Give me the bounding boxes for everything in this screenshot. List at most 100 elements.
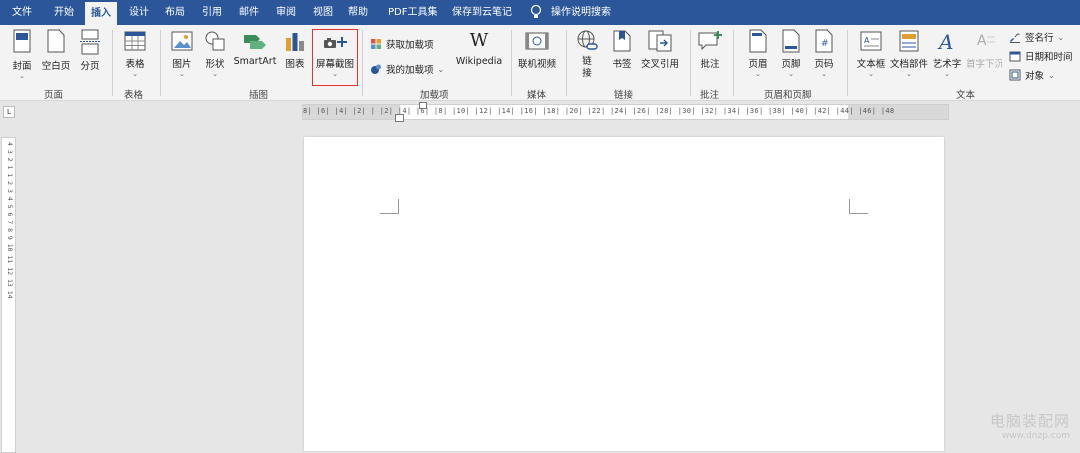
vertical-ruler-ticks: 4 3 2 1 1 2 3 4 5 6 7 8 9 10 11 12 13 14 [6,142,14,299]
get-addins-label: 获取加载项 [386,40,434,51]
tab-selector[interactable]: L [3,106,15,118]
group-divider [690,30,691,96]
chevron-down-icon: ⌄ [132,70,138,78]
object-button[interactable]: 对象 ⌄ [1009,68,1055,82]
table-label: 表格 [125,59,145,70]
lightbulb-icon [530,0,542,25]
cross-reference-button[interactable]: 交叉引用 [640,29,680,70]
wordart-button[interactable]: A 艺术字 ⌄ [930,29,964,78]
page-break-button[interactable]: 分页 [76,29,104,72]
picture-label: 图片 [172,59,192,70]
shapes-icon [205,31,225,51]
chevron-down-icon: ⌄ [755,70,761,78]
date-time-button[interactable]: 日期和时间 [1009,49,1073,63]
group-divider [112,30,113,96]
chevron-down-icon: ⌄ [212,70,218,78]
chevron-down-icon: ⌄ [1048,70,1055,80]
tab-home[interactable]: 开始 [54,0,74,25]
group-divider [566,30,567,96]
screenshot-highlight-box [312,29,358,86]
text-box-button[interactable]: A 文本框 ⌄ [854,29,888,78]
tab-layout[interactable]: 布局 [165,0,185,25]
footer-button[interactable]: 页脚 ⌄ [777,29,805,78]
shapes-button[interactable]: 形状 ⌄ [200,29,230,78]
page-number-label: 页码 [814,59,834,70]
footer-label: 页脚 [781,59,801,70]
table-button[interactable]: 表格 ⌄ [120,29,150,78]
svg-text:A: A [977,33,987,49]
video-icon [525,32,549,50]
first-line-indent-marker[interactable] [419,102,427,109]
blank-page-label: 空白页 [41,61,71,72]
page-number-icon: # [815,29,833,53]
wikipedia-button[interactable]: W Wikipedia [452,29,506,67]
chart-icon [286,33,304,51]
tab-view[interactable]: 视图 [313,0,333,25]
chart-button[interactable]: 图表 [282,29,308,70]
calendar-icon [1009,51,1021,62]
vertical-ruler[interactable]: 4 3 2 1 1 2 3 4 5 6 7 8 9 10 11 12 13 14 [1,137,16,453]
watermark: 电脑装配网 www.dnzp.com [990,410,1070,441]
footer-icon [782,29,800,53]
ruler-ticks: 8| |6| |4| |2| | |2| |4| |6| |8| |10| |1… [303,107,895,115]
document-page[interactable] [304,137,944,451]
tell-me-search[interactable]: 操作说明搜索 [551,0,611,25]
online-video-button[interactable]: 联机视频 [515,29,559,70]
comment-label: 批注 [700,59,720,70]
tab-mailings[interactable]: 邮件 [239,0,259,25]
online-video-label: 联机视频 [517,59,556,70]
bookmark-button[interactable]: 书签 [608,29,636,70]
tab-references[interactable]: 引用 [202,0,222,25]
my-addins-button[interactable]: 我的加载项 ⌄ [370,62,444,76]
group-label-tables: 表格 [124,90,144,101]
picture-icon [171,31,193,51]
blank-page-button[interactable]: 空白页 [40,29,72,72]
group-label-header-footer: 页眉和页脚 [764,90,812,101]
addins-icon [371,64,381,74]
indent-marker[interactable] [395,114,404,122]
chevron-down-icon: ⌄ [1057,32,1065,42]
header-icon [749,29,767,53]
signature-line-button[interactable]: 签名行 ⌄ [1009,30,1064,44]
group-label-text: 文本 [956,90,976,101]
shapes-label: 形状 [205,59,225,70]
svg-text:#: # [821,39,829,49]
watermark-url: www.dnzp.com [1001,431,1070,441]
margin-corner-top-right [849,199,868,214]
header-button[interactable]: 页眉 ⌄ [744,29,772,78]
page-number-button[interactable]: # 页码 ⌄ [810,29,838,78]
tab-review[interactable]: 审阅 [276,0,296,25]
group-label-pages: 页面 [44,90,64,101]
group-divider [733,30,734,96]
wikipedia-label: Wikipedia [455,56,503,67]
cross-reference-icon [648,30,672,52]
tab-file[interactable]: 文件 [12,0,32,25]
cover-page-button[interactable]: 封面 ⌄ [8,29,36,80]
drop-cap-button[interactable]: A 首字下沉 [966,29,1004,70]
wordart-icon: A [937,30,953,53]
comment-button[interactable]: 批注 [696,29,724,70]
tab-help[interactable]: 帮助 [348,0,368,25]
group-label-media: 媒体 [527,90,547,101]
store-icon [371,39,381,49]
tab-pdf-tools[interactable]: PDF工具集 [388,0,437,25]
chevron-down-icon: ⌄ [437,64,445,74]
link-button[interactable]: 链接 [574,29,600,80]
text-box-icon: A [860,31,882,51]
cover-page-icon [13,29,31,53]
tab-design[interactable]: 设计 [129,0,149,25]
margin-corner-top-left [380,199,399,214]
group-divider [847,30,848,96]
quick-parts-button[interactable]: 文档部件 ⌄ [890,29,928,78]
picture-button[interactable]: 图片 ⌄ [167,29,197,78]
tab-save-cloud[interactable]: 保存到云笔记 [452,0,512,25]
quick-parts-label: 文档部件 [890,59,929,70]
smartart-icon [244,35,266,49]
smartart-button[interactable]: SmartArt [232,29,278,67]
object-icon [1009,69,1021,81]
watermark-title: 电脑装配网 [989,412,1070,430]
tab-insert[interactable]: 插入 [85,2,117,25]
blank-page-icon [47,29,65,53]
table-icon [124,31,146,51]
get-addins-button[interactable]: 获取加载项 [370,37,434,51]
